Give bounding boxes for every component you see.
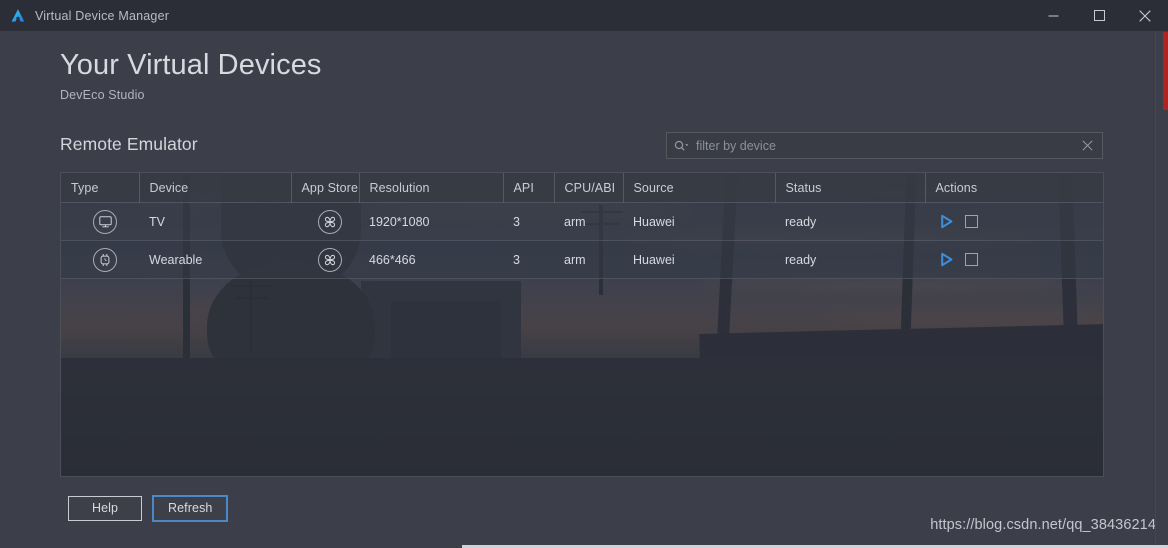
cell-actions — [925, 240, 1103, 279]
page-header: Your Virtual Devices DevEco Studio — [60, 48, 322, 102]
play-icon[interactable] — [935, 211, 957, 233]
taskbar-edge-left — [0, 544, 462, 548]
scrollbar-error-marker[interactable] — [1163, 32, 1168, 110]
help-button[interactable]: Help — [68, 496, 142, 521]
column-header-app-store[interactable]: App Store — [291, 173, 360, 203]
watch-icon — [93, 247, 117, 272]
device-filter-search[interactable] — [666, 132, 1103, 159]
column-header-status[interactable]: Status — [775, 173, 926, 203]
refresh-button[interactable]: Refresh — [151, 495, 229, 522]
virtual-device-manager-window: Virtual Device Manager Your Virtual Devi… — [0, 0, 1168, 548]
column-header-source[interactable]: Source — [623, 173, 776, 203]
footer-buttons: Help Refresh — [68, 495, 229, 522]
cell-type — [61, 240, 139, 279]
table-row[interactable]: Wearable 466*466 3 arm Huawei ready — [61, 240, 1103, 279]
maximize-button[interactable] — [1076, 0, 1122, 31]
cell-actions — [925, 202, 1103, 241]
cell-status: ready — [775, 202, 925, 241]
cell-resolution: 466*466 — [359, 240, 503, 279]
cell-source: Huawei — [623, 202, 775, 241]
column-header-resolution[interactable]: Resolution — [359, 173, 504, 203]
window-controls — [1030, 0, 1168, 31]
minimize-button[interactable] — [1030, 0, 1076, 31]
tv-icon — [93, 209, 117, 234]
cell-status: ready — [775, 240, 925, 279]
section-title-remote-emulator: Remote Emulator — [60, 134, 198, 154]
cell-device: Wearable — [139, 240, 291, 279]
watermark-url: https://blog.csdn.net/qq_38436214 — [930, 517, 1156, 533]
cell-device: TV — [139, 202, 291, 241]
page-title: Your Virtual Devices — [60, 49, 322, 81]
stop-icon[interactable] — [960, 249, 982, 271]
cell-cpu-abi: arm — [554, 202, 623, 241]
column-header-actions[interactable]: Actions — [925, 173, 1103, 203]
appgallery-icon — [318, 209, 342, 234]
column-header-device[interactable]: Device — [139, 173, 292, 203]
stop-icon[interactable] — [960, 211, 982, 233]
column-header-api[interactable]: API — [503, 173, 555, 203]
play-icon[interactable] — [935, 249, 957, 271]
cell-source: Huawei — [623, 240, 775, 279]
search-icon[interactable] — [674, 140, 689, 152]
devices-table: Type Device App Store Resolution API CPU… — [61, 173, 1103, 279]
devices-table-container: Type Device App Store Resolution API CPU… — [60, 172, 1104, 477]
column-header-cpu-abi[interactable]: CPU/ABI — [554, 173, 624, 203]
cell-app-store — [291, 202, 359, 241]
close-button[interactable] — [1122, 0, 1168, 31]
table-header-row: Type Device App Store Resolution API CPU… — [61, 173, 1103, 203]
close-icon[interactable] — [1082, 140, 1093, 151]
cell-api: 3 — [503, 202, 554, 241]
cell-app-store — [291, 240, 359, 279]
cell-resolution: 1920*1080 — [359, 202, 503, 241]
column-header-type[interactable]: Type — [61, 173, 140, 203]
titlebar: Virtual Device Manager — [0, 0, 1168, 31]
cell-api: 3 — [503, 240, 554, 279]
cell-cpu-abi: arm — [554, 240, 623, 279]
cell-type — [61, 202, 139, 241]
appgallery-icon — [318, 247, 342, 272]
search-input[interactable] — [696, 138, 1082, 153]
table-row[interactable]: TV 1920*1080 3 arm Huawei ready — [61, 202, 1103, 241]
page-subtitle: DevEco Studio — [60, 88, 145, 102]
deveco-studio-logo-icon — [10, 8, 26, 24]
window-title: Virtual Device Manager — [35, 8, 170, 23]
